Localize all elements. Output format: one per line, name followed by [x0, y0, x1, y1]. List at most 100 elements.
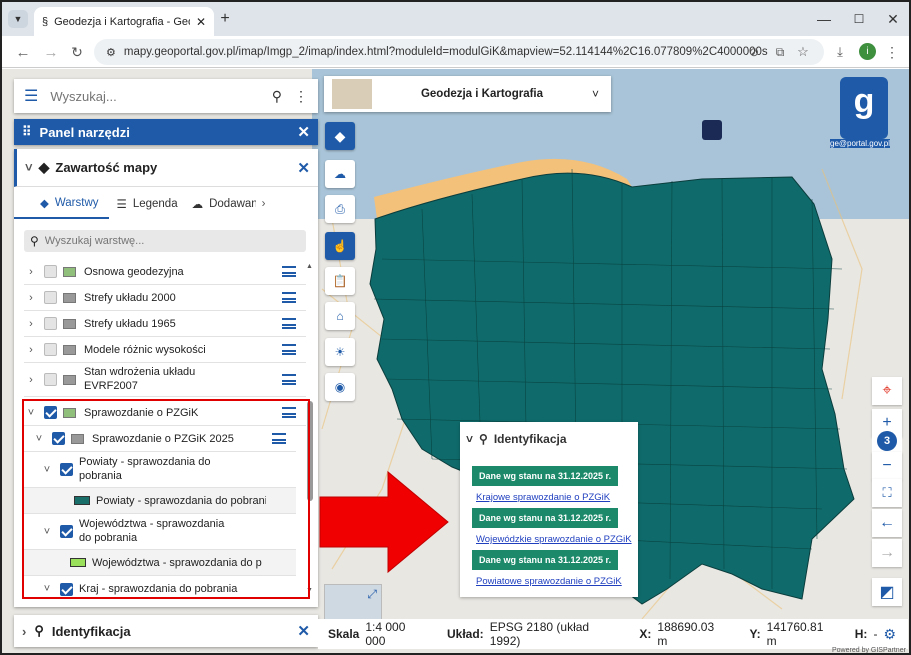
- expand-icon[interactable]: ›: [24, 266, 38, 278]
- locate-button[interactable]: ⌖: [872, 377, 902, 405]
- close-tab-icon[interactable]: ✕: [196, 15, 206, 29]
- layer-menu-icon[interactable]: [282, 374, 296, 385]
- layer-checkbox[interactable]: [60, 463, 73, 476]
- content-panel-header[interactable]: ˅ ◆ Zawartość mapy ✕: [14, 149, 318, 187]
- report-tool-button[interactable]: 📋: [325, 267, 355, 295]
- search-options-icon[interactable]: ⋮: [294, 88, 308, 105]
- layer-search[interactable]: ⚲: [24, 230, 306, 252]
- layer-checkbox[interactable]: [52, 432, 65, 445]
- overview-map[interactable]: ⤢: [324, 584, 382, 620]
- collapse-icon[interactable]: ˅: [32, 433, 46, 445]
- module-selector[interactable]: Geodezja i Kartografia ˅: [324, 76, 611, 112]
- tab-legenda[interactable]: ☰ Legenda: [109, 197, 186, 211]
- new-tab-button[interactable]: +: [216, 10, 234, 28]
- layer-row[interactable]: › Strefy układu 2000: [24, 285, 306, 311]
- layer-search-input[interactable]: [44, 235, 300, 247]
- tree-scrollbar[interactable]: ▲ ▼: [306, 259, 314, 599]
- layers-tool-button[interactable]: ◆: [325, 122, 355, 150]
- layer-checkbox[interactable]: [44, 373, 57, 386]
- layer-menu-icon[interactable]: [282, 266, 296, 277]
- maximize-button[interactable]: ☐: [850, 10, 868, 28]
- reload-icon[interactable]: ↻: [68, 43, 86, 61]
- camera-tool-button[interactable]: ◉: [325, 373, 355, 401]
- browser-tab[interactable]: § Geodezja i Kartografia - Geopo ✕: [34, 7, 214, 36]
- back-icon[interactable]: ←: [14, 43, 32, 61]
- settings-gear-icon[interactable]: ⚙: [883, 626, 896, 643]
- marker-icon[interactable]: [702, 120, 722, 140]
- collapse-icon[interactable]: ˅: [40, 464, 54, 476]
- tab-dodawanie[interactable]: ☁ Dodawani: [186, 197, 256, 211]
- report-link[interactable]: Wojewódzkie sprawozdanie o PZGiK: [476, 534, 632, 545]
- bookmark-star-icon[interactable]: ☆: [795, 43, 811, 61]
- scale-value[interactable]: 1:4 000 000: [365, 620, 427, 648]
- close-window-button[interactable]: ✕: [884, 10, 902, 28]
- layer-menu-icon[interactable]: [282, 318, 296, 329]
- identification-header[interactable]: ˅ ⚲ Identyfikacja: [466, 432, 567, 446]
- site-info-icon[interactable]: ⚙: [106, 46, 116, 59]
- profile-avatar[interactable]: i: [859, 43, 876, 60]
- cloud-tool-button[interactable]: ☁: [325, 160, 355, 188]
- layer-menu-icon[interactable]: [282, 292, 296, 303]
- full-extent-button[interactable]: ⛶: [872, 479, 902, 507]
- zoom-out-button[interactable]: −: [872, 452, 902, 480]
- install-app-icon[interactable]: ⧉: [772, 43, 788, 61]
- search-icon[interactable]: ⚲: [272, 88, 282, 105]
- layer-menu-icon[interactable]: [282, 407, 296, 418]
- layer-checkbox[interactable]: [44, 343, 57, 356]
- download-icon[interactable]: ⤓: [832, 43, 848, 61]
- layer-row[interactable]: › Modele różnic wysokości: [24, 337, 306, 363]
- layer-checkbox[interactable]: [60, 525, 73, 538]
- expand-icon[interactable]: ›: [24, 374, 38, 386]
- layer-menu-icon[interactable]: [272, 433, 286, 444]
- menu-kebab-icon[interactable]: ⋮: [885, 43, 899, 61]
- minimize-button[interactable]: —: [815, 10, 833, 28]
- identification-panel-header[interactable]: › ⚲ Identyfikacja ✕: [14, 615, 318, 647]
- geoportal-logo[interactable]: g ge@portal.gov.pl: [830, 77, 890, 148]
- next-view-button[interactable]: →: [872, 539, 902, 567]
- layer-row[interactable]: ˅ Kraj - sprawozdania do pobrania: [24, 576, 296, 602]
- layer-checkbox[interactable]: [44, 265, 57, 278]
- layer-row[interactable]: › Strefy układu 1965: [24, 311, 306, 337]
- collapse-icon[interactable]: ˅: [24, 407, 38, 419]
- collapse-icon[interactable]: ˅: [40, 526, 54, 538]
- layer-menu-icon[interactable]: [282, 344, 296, 355]
- close-identification-icon[interactable]: ✕: [297, 622, 310, 640]
- layer-checkbox[interactable]: [60, 582, 73, 596]
- layer-row[interactable]: ˅ Sprawozdanie o PZGiK: [24, 400, 306, 426]
- forward-icon[interactable]: →: [42, 43, 60, 61]
- expand-overview-icon[interactable]: ⤢: [367, 587, 377, 602]
- search-box[interactable]: ☰ ⚲ ⋮: [14, 79, 318, 113]
- print-tool-button[interactable]: ⎙: [325, 195, 355, 223]
- hamburger-menu-icon[interactable]: ☰: [24, 86, 38, 106]
- layer-row[interactable]: › Osnowa geodezyjna: [24, 259, 306, 285]
- tab-search-button[interactable]: ▼: [8, 10, 28, 28]
- toolbox-header[interactable]: ⠿ Panel narzędzi ✕: [14, 119, 318, 145]
- basemap-button[interactable]: ◩: [872, 578, 902, 606]
- expand-icon[interactable]: ›: [24, 344, 38, 356]
- report-link[interactable]: Krajowe sprawozdanie o PZGiK: [476, 492, 610, 503]
- map-viewport[interactable]: ☰ ⚲ ⋮ ⠿ Panel narzędzi ✕ ˅ ◆ Zawartość m…: [2, 69, 909, 653]
- layer-row[interactable]: ˅ Sprawozdanie o PZGiK 2025: [24, 426, 296, 452]
- no-tracking-icon[interactable]: ⊘: [746, 43, 762, 61]
- identify-tool-button[interactable]: ☝: [325, 232, 355, 260]
- layer-checkbox[interactable]: [44, 406, 57, 419]
- collapse-chevron-icon[interactable]: ˅: [25, 160, 33, 175]
- layer-row[interactable]: ˅ Powiaty - sprawozdania do pobrania: [24, 452, 296, 488]
- layer-checkbox[interactable]: [44, 317, 57, 330]
- close-toolbox-icon[interactable]: ✕: [297, 123, 310, 141]
- price-tool-button[interactable]: ⌂: [325, 302, 355, 330]
- expand-chevron-icon[interactable]: ›: [22, 624, 26, 639]
- layer-checkbox[interactable]: [44, 291, 57, 304]
- layer-row[interactable]: › Stan wdrożenia układu EVRF2007: [24, 363, 306, 397]
- tab-warstwy[interactable]: ◆ Warstwy: [14, 189, 109, 219]
- close-content-icon[interactable]: ✕: [297, 159, 310, 177]
- expand-icon[interactable]: ›: [24, 292, 38, 304]
- search-input[interactable]: [50, 88, 260, 104]
- url-field[interactable]: ⚙ mapy.geoportal.gov.pl/imap/Imgp_2/imap…: [94, 39, 824, 65]
- collapse-icon[interactable]: ˅: [40, 583, 54, 595]
- previous-view-button[interactable]: ←: [872, 509, 902, 537]
- layer-row[interactable]: ˅ Województwa - sprawozdania do pobrania: [24, 514, 296, 550]
- tabs-next-icon[interactable]: ›: [262, 198, 266, 210]
- weather-tool-button[interactable]: ☀: [325, 338, 355, 366]
- crs-value[interactable]: EPSG 2180 (układ 1992): [490, 620, 620, 648]
